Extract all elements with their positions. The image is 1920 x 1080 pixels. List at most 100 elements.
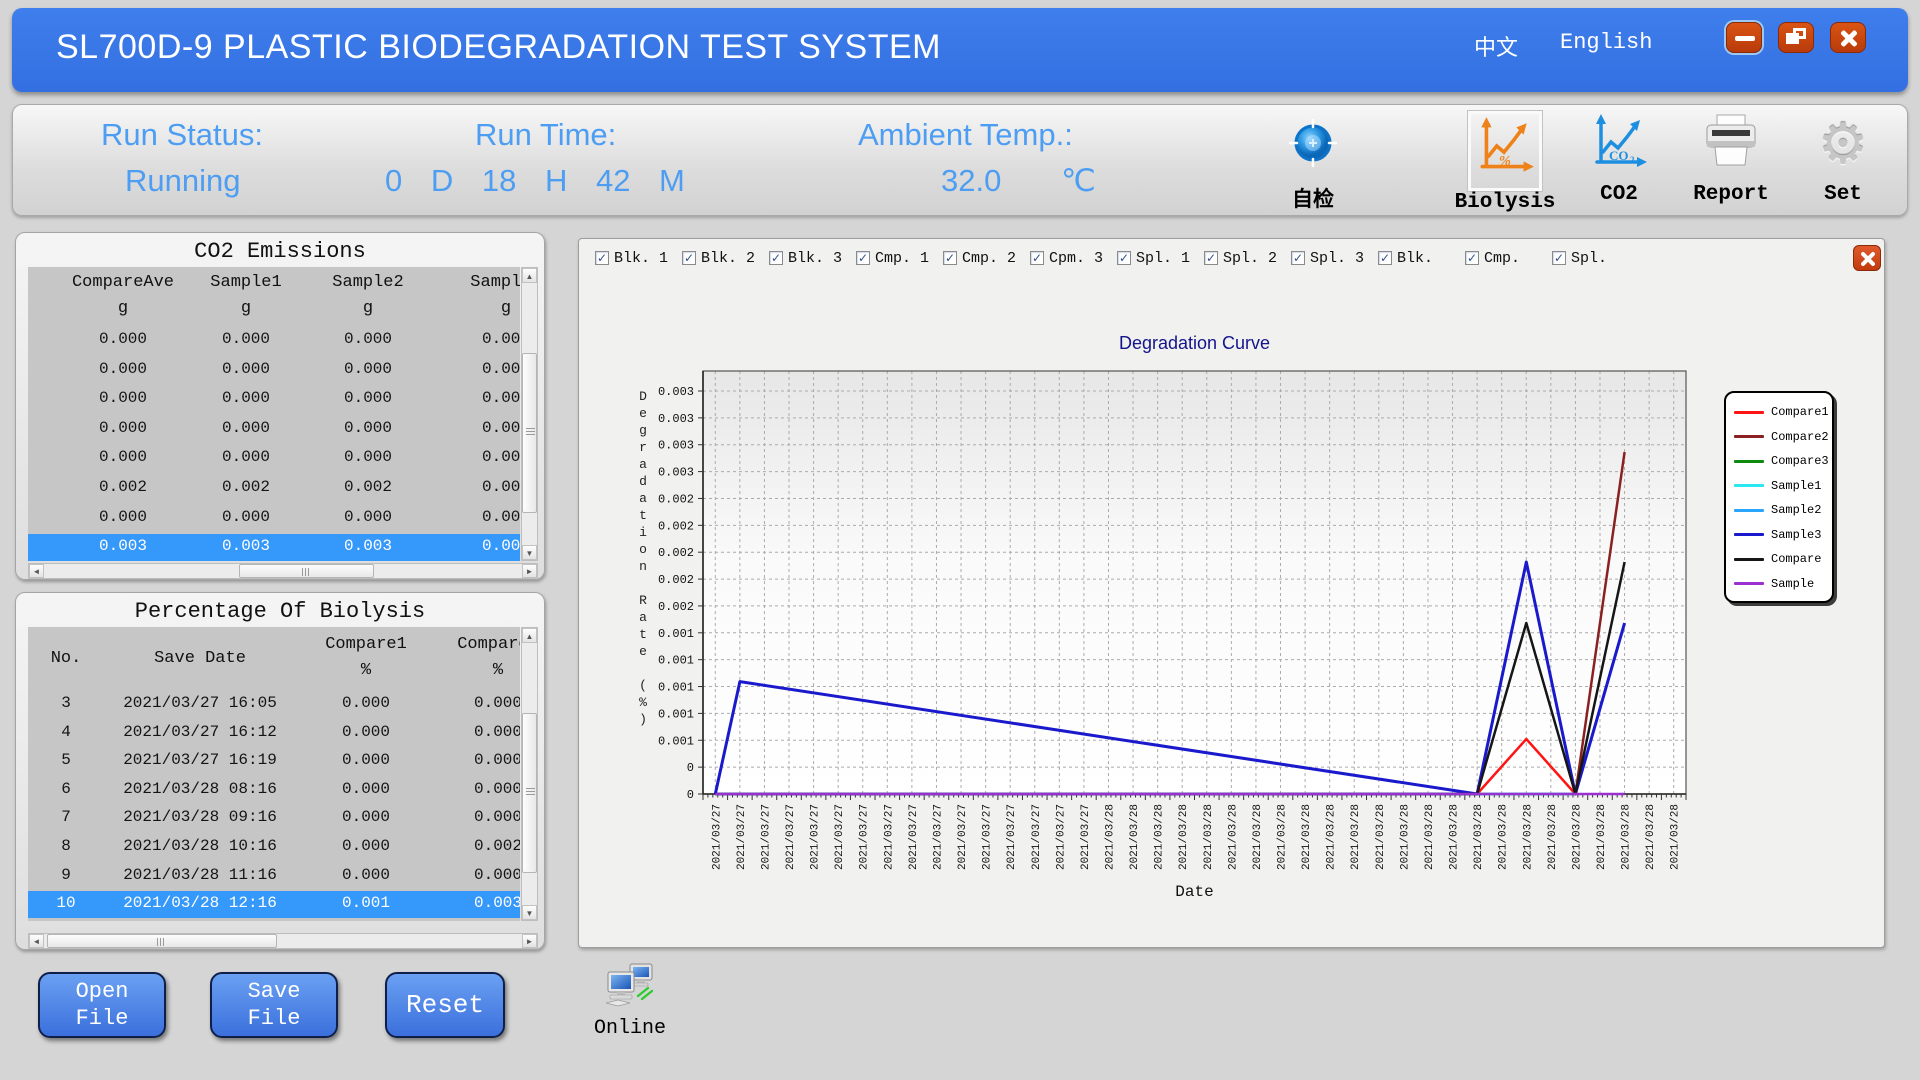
lang-chinese-link[interactable]: 中文 — [1474, 30, 1518, 62]
svg-text:2021/03/27: 2021/03/27 — [1006, 804, 1018, 870]
svg-text:2021/03/28: 2021/03/28 — [1621, 804, 1633, 870]
svg-text:0.003: 0.003 — [658, 412, 694, 426]
run-time-label: Run Time: — [475, 117, 616, 153]
scroll-thumb[interactable] — [47, 934, 277, 948]
scroll-right-arrow[interactable]: ► — [522, 564, 537, 578]
table-row[interactable]: 82021/03/28 10:160.0000.002 — [28, 834, 520, 861]
svg-text:2021/03/28: 2021/03/28 — [1498, 804, 1510, 870]
scroll-left-arrow[interactable]: ◄ — [29, 564, 44, 578]
svg-text:2021/03/28: 2021/03/28 — [1571, 804, 1583, 870]
co2-emissions-panel: CO2 Emissions CompareAvegSample1gSample2… — [15, 232, 545, 580]
toolbar-set[interactable]: ⚙ Set — [1785, 111, 1901, 206]
table-row[interactable]: 32021/03/27 16:050.0000.000 — [28, 691, 520, 718]
svg-text:2021/03/28: 2021/03/28 — [1473, 804, 1485, 870]
table-row[interactable]: 0.0000.0000.0000.000 — [28, 327, 520, 354]
legend-item: Sample3 — [1726, 523, 1832, 548]
svg-text:0.002: 0.002 — [658, 492, 694, 506]
table-row[interactable]: 0.0000.0000.0000.000 — [28, 416, 520, 443]
column-unit: g — [363, 299, 373, 318]
svg-text:2021/03/28: 2021/03/28 — [1375, 804, 1387, 870]
svg-text:2021/03/28: 2021/03/28 — [1277, 804, 1289, 870]
chart-title: Degradation Curve — [703, 333, 1686, 354]
minimize-button[interactable] — [1726, 22, 1762, 53]
column-header: CompareAve — [72, 273, 174, 292]
biolysis-horizontal-scrollbar[interactable]: ◄ ► — [28, 933, 538, 949]
app-title: SL700D-9 PLASTIC BIODEGRADATION TEST SYS… — [56, 28, 941, 67]
table-row[interactable]: 92021/03/28 11:160.0000.000 — [28, 863, 520, 890]
biolysis-vertical-scrollbar[interactable]: ▲ ▼ — [521, 627, 538, 921]
ambient-temp-value: 32.0 — [941, 163, 1001, 199]
maximize-button[interactable] — [1778, 22, 1814, 53]
scroll-down-arrow[interactable]: ▼ — [522, 905, 537, 920]
svg-text:2021/03/27: 2021/03/27 — [982, 804, 994, 870]
legend-item: Sample1 — [1726, 474, 1832, 499]
column-unit: g — [118, 299, 128, 318]
toolbar-co2[interactable]: CO 2 CO2 — [1561, 111, 1677, 206]
svg-text:2021/03/28: 2021/03/28 — [1522, 804, 1534, 870]
svg-text:2021/03/28: 2021/03/28 — [1227, 804, 1239, 870]
gear-icon: ⚙ — [1818, 111, 1868, 183]
svg-text:2021/03/28: 2021/03/28 — [1129, 804, 1141, 870]
column-header: Compare2 — [457, 635, 520, 654]
table-row[interactable]: 0.0000.0000.0000.000 — [28, 445, 520, 472]
svg-text:0.001: 0.001 — [658, 707, 694, 721]
svg-text:0.003: 0.003 — [658, 439, 694, 453]
ambient-temp-label: Ambient Temp.: — [858, 117, 1073, 153]
svg-text:2021/03/28: 2021/03/28 — [1326, 804, 1338, 870]
scroll-thumb[interactable] — [522, 353, 537, 513]
co2-horizontal-scrollbar[interactable]: ◄ ► — [28, 563, 538, 579]
svg-text:2021/03/28: 2021/03/28 — [1252, 804, 1264, 870]
table-row[interactable]: 0.0030.0030.0030.003 — [28, 534, 520, 561]
open-file-button[interactable]: Open File — [38, 972, 166, 1038]
svg-text:2021/03/28: 2021/03/28 — [1154, 804, 1166, 870]
toolbar-selfcheck[interactable]: 自检 — [1255, 111, 1371, 213]
toolbar-report[interactable]: Report — [1673, 111, 1789, 206]
reset-button[interactable]: Reset — [385, 972, 505, 1038]
degradation-chart-panel: ✓Blk. 1✓Blk. 2✓Blk. 3✓Cmp. 1✓Cmp. 2✓Cpm.… — [578, 238, 1885, 948]
lang-english-link[interactable]: English — [1560, 30, 1652, 55]
biolysis-percentage-panel: Percentage Of Biolysis No. Save Date Compa… — [15, 592, 545, 950]
table-row[interactable]: 62021/03/28 08:160.0000.000 — [28, 777, 520, 804]
svg-text:0.001: 0.001 — [658, 681, 694, 695]
svg-text:2021/03/28: 2021/03/28 — [1350, 804, 1362, 870]
column-header: Sample1 — [210, 273, 281, 292]
co2-vertical-scrollbar[interactable]: ▲ ▼ — [521, 267, 538, 561]
biolysis-percentage-title: Percentage Of Biolysis — [16, 599, 544, 624]
column-header: No. — [51, 649, 82, 668]
table-row[interactable]: 52021/03/27 16:190.0000.000 — [28, 748, 520, 775]
chart-legend: Compare1Compare2Compare3Sample1Sample2Sa… — [1724, 391, 1834, 603]
printer-icon — [1701, 111, 1761, 183]
svg-text:0.002: 0.002 — [658, 519, 694, 533]
svg-text:2021/03/27: 2021/03/27 — [932, 804, 944, 870]
svg-text:2021/03/28: 2021/03/28 — [1178, 804, 1190, 870]
scroll-left-arrow[interactable]: ◄ — [29, 934, 44, 948]
svg-text:2: 2 — [1630, 155, 1635, 165]
window-controls — [1726, 22, 1866, 53]
column-header: Sample3 — [470, 273, 520, 292]
scroll-up-arrow[interactable]: ▲ — [522, 268, 537, 283]
svg-text:2021/03/27: 2021/03/27 — [760, 804, 772, 870]
co2-emissions-table[interactable]: CompareAvegSample1gSample2gSample3g0.000… — [28, 267, 520, 561]
svg-text:0.001: 0.001 — [658, 734, 694, 748]
svg-text:2021/03/28: 2021/03/28 — [1645, 804, 1657, 870]
table-row[interactable]: 0.0000.0000.0000.000 — [28, 505, 520, 532]
scroll-up-arrow[interactable]: ▲ — [522, 628, 537, 643]
table-row[interactable]: 0.0020.0020.0020.002 — [28, 475, 520, 502]
table-row[interactable]: 42021/03/27 16:120.0000.000 — [28, 720, 520, 747]
table-row[interactable]: 0.0000.0000.0000.000 — [28, 357, 520, 384]
svg-text:2021/03/28: 2021/03/28 — [1301, 804, 1313, 870]
biolysis-percentage-table[interactable]: No.Save DateCompare1%Compare2%32021/03/2… — [28, 627, 520, 921]
table-row[interactable]: 72021/03/28 09:160.0000.000 — [28, 805, 520, 832]
table-row[interactable]: 0.0000.0000.0000.000 — [28, 386, 520, 413]
online-label: Online — [570, 1017, 690, 1040]
svg-text:0.002: 0.002 — [658, 600, 694, 614]
save-file-button[interactable]: Save File — [210, 972, 338, 1038]
column-header: Save Date — [154, 649, 246, 668]
scroll-down-arrow[interactable]: ▼ — [522, 545, 537, 560]
scroll-thumb[interactable] — [239, 564, 374, 578]
close-button[interactable] — [1830, 22, 1866, 53]
toolbar-biolysis[interactable]: % Biolysis — [1447, 111, 1563, 214]
scroll-thumb[interactable] — [522, 713, 537, 873]
scroll-right-arrow[interactable]: ► — [522, 934, 537, 948]
table-row[interactable]: 102021/03/28 12:160.0010.003 — [28, 891, 520, 918]
